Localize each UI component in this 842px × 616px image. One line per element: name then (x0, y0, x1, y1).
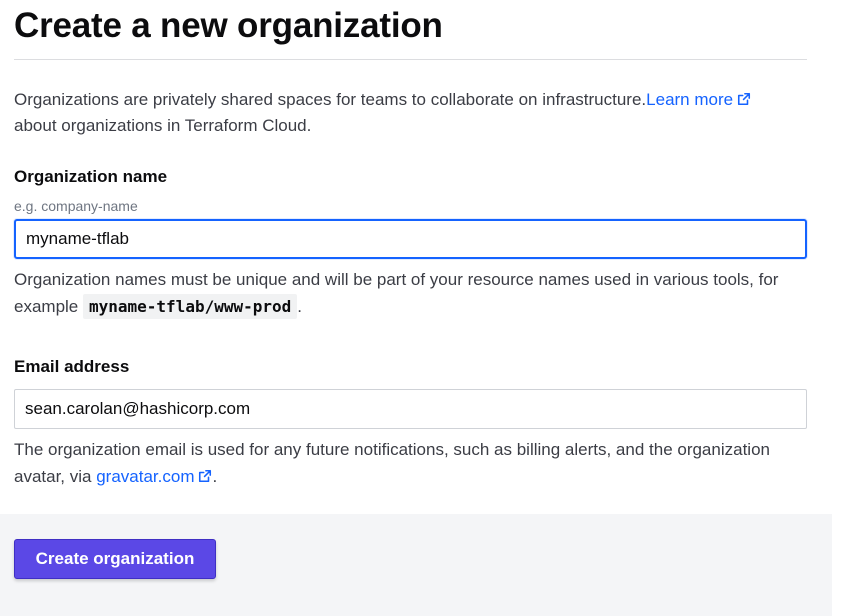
org-name-label: Organization name (14, 167, 168, 186)
org-name-help-end: . (297, 297, 303, 316)
email-input[interactable] (14, 389, 807, 429)
create-organization-button[interactable]: Create organization (14, 539, 216, 579)
org-name-input[interactable] (14, 219, 807, 259)
email-help: The organization email is used for any f… (14, 436, 819, 490)
intro-description-end: about organizations in Terraform Cloud. (14, 116, 312, 135)
email-label: Email address (14, 357, 130, 376)
intro-description: Organizations are privately shared space… (14, 90, 647, 109)
email-help-end: . (212, 467, 218, 486)
intro-text: Organizations are privately shared space… (14, 87, 814, 139)
external-link-icon (199, 469, 212, 483)
org-name-hint: e.g. company-name (14, 198, 138, 214)
gravatar-label: gravatar.com (96, 467, 195, 486)
page-title: Create a new organization (14, 6, 443, 45)
external-link-icon (738, 92, 751, 106)
gravatar-link[interactable]: gravatar.com (96, 467, 212, 486)
learn-more-link[interactable]: Learn more (646, 90, 751, 109)
learn-more-label: Learn more (646, 90, 734, 109)
title-divider (14, 59, 807, 60)
org-name-help: Organization names must be unique and wi… (14, 266, 819, 320)
org-name-example-code: myname-tflab/www-prod (82, 294, 298, 319)
